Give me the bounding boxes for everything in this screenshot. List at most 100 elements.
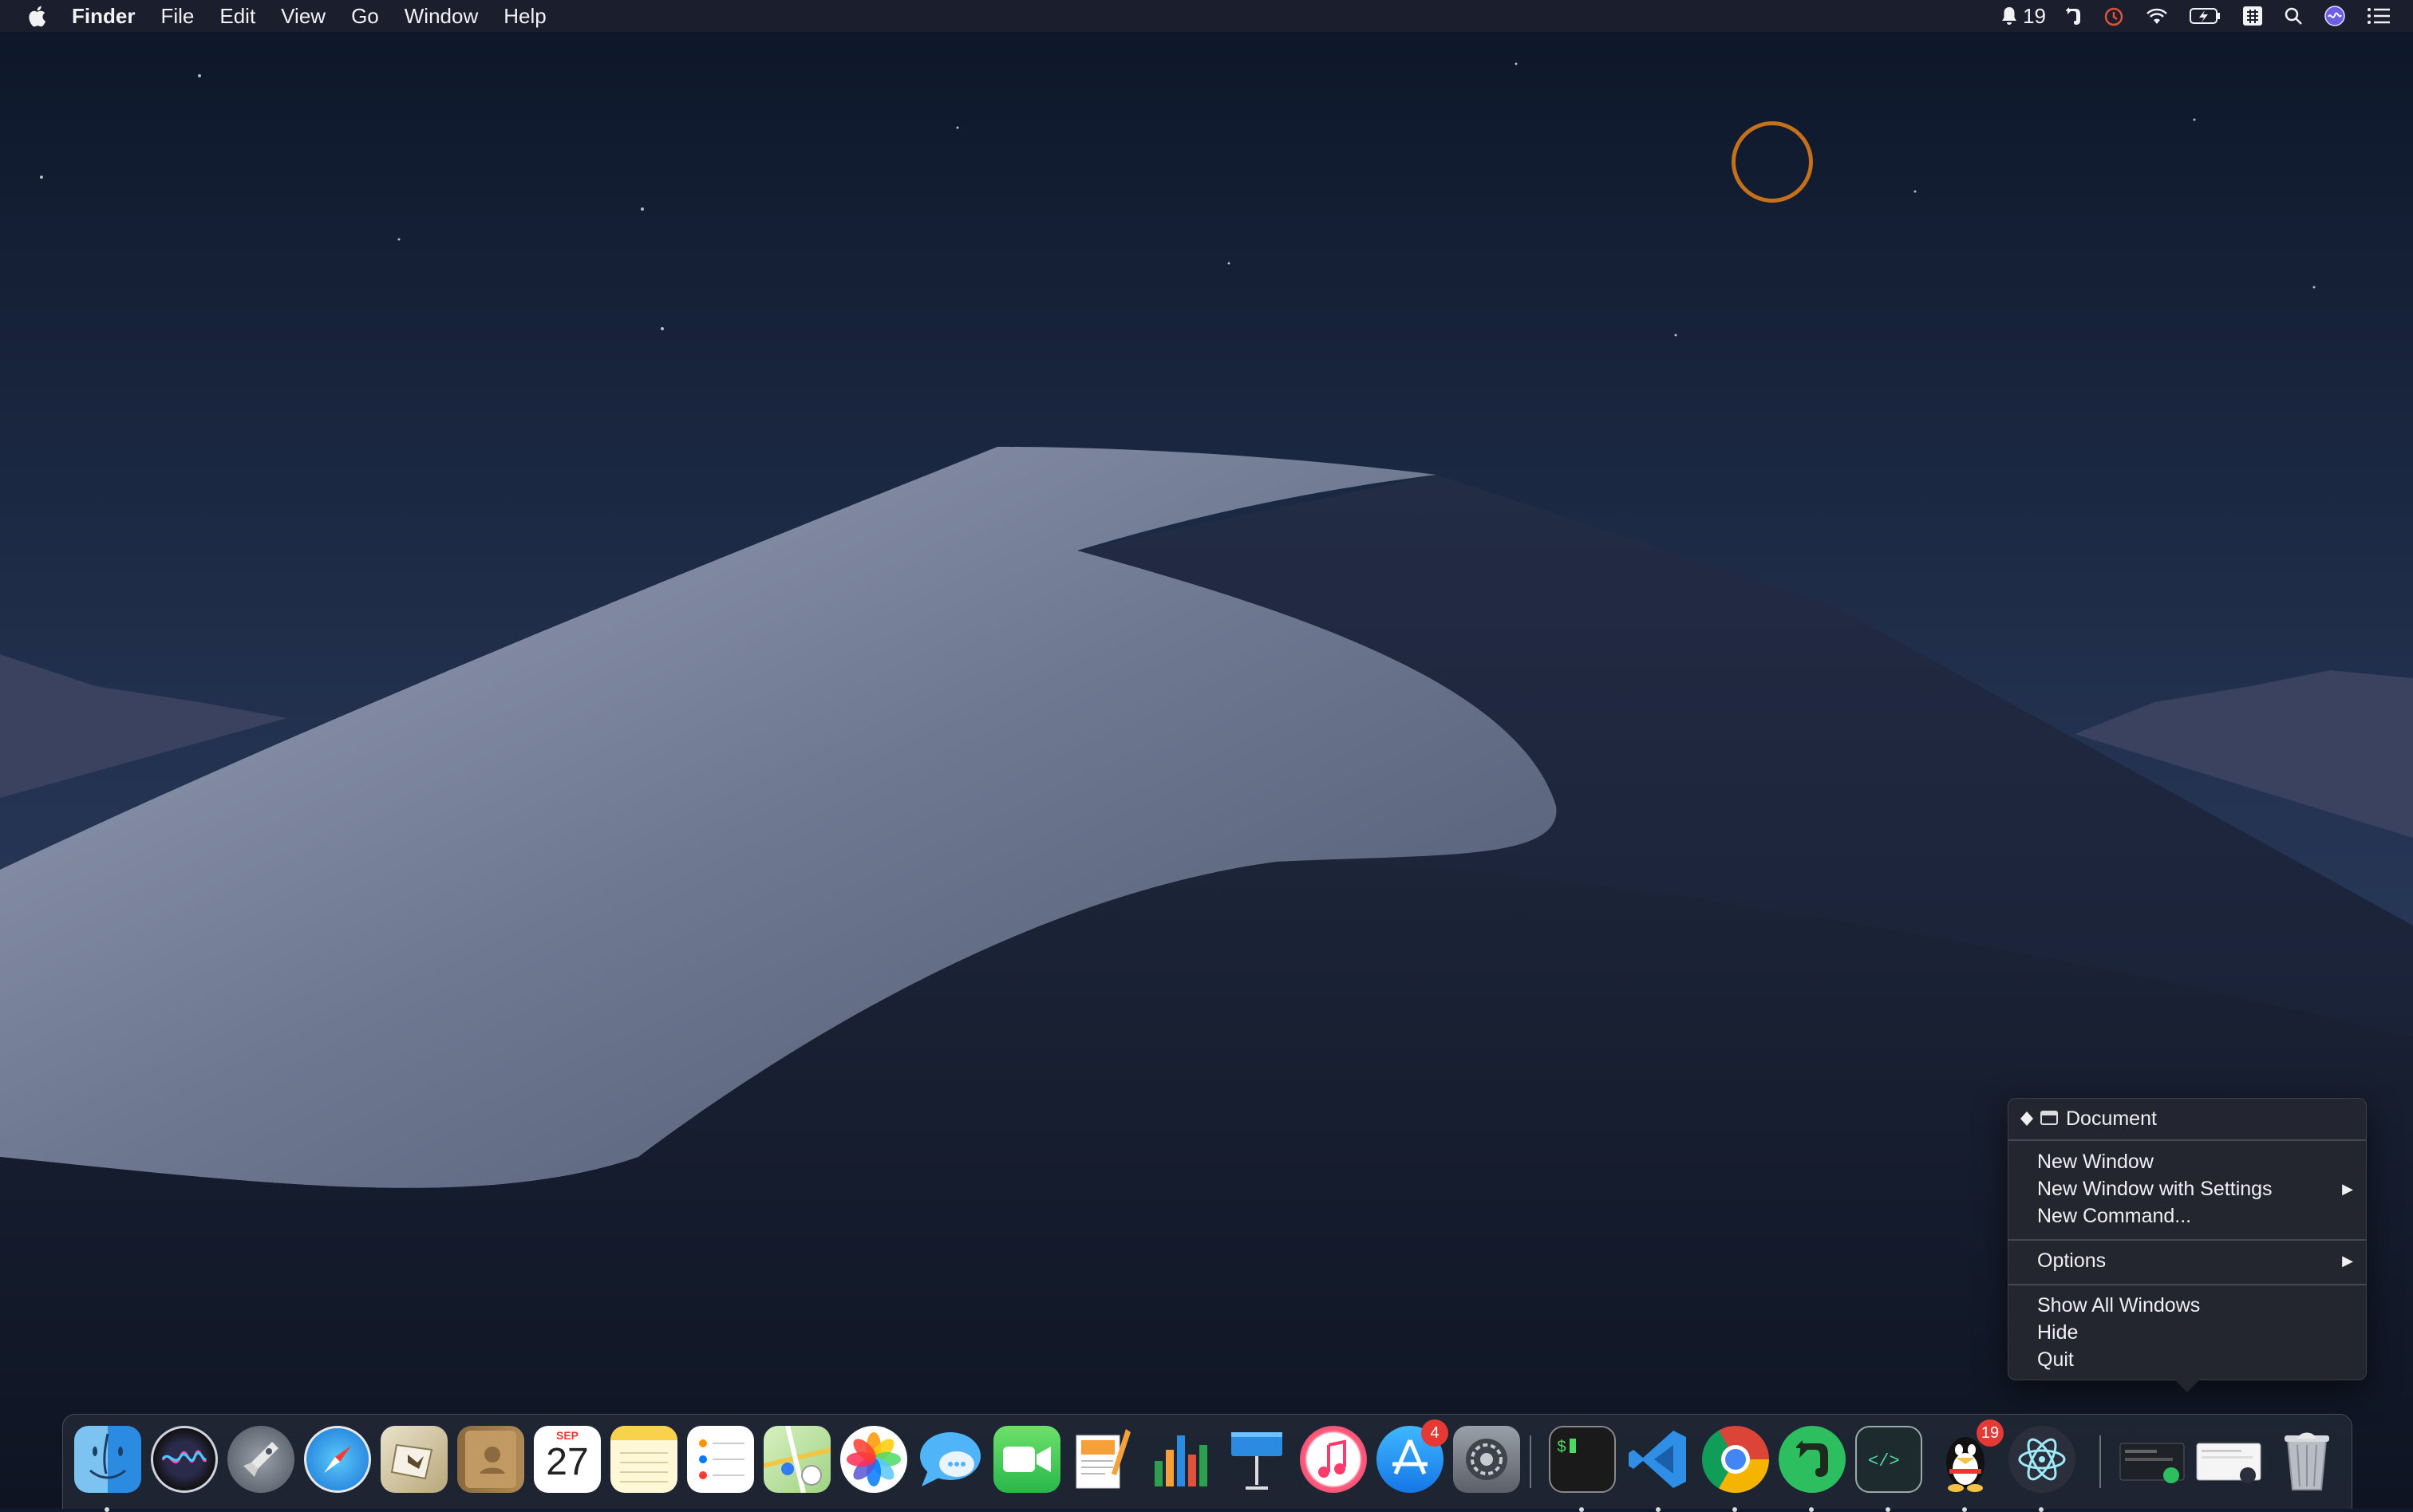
qq-badge: 19 — [1977, 1419, 2004, 1447]
notification-center-icon[interactable] — [2367, 0, 2391, 32]
launchpad-icon — [227, 1426, 294, 1493]
menu-item-new-command[interactable]: New Command... — [2008, 1202, 2366, 1230]
battery-charging-icon[interactable] — [2190, 0, 2221, 32]
menu-item-new-window-with-settings[interactable]: New Window with Settings ▶ — [2008, 1175, 2366, 1202]
notification-count: 19 — [2023, 3, 2046, 28]
click-indicator-ring — [1732, 121, 1813, 203]
menu-edit[interactable]: Edit — [219, 0, 255, 32]
dock-item-trash[interactable] — [2273, 1426, 2340, 1493]
dock-item-contacts[interactable] — [457, 1426, 524, 1493]
dock-item-qq[interactable]: 19 — [1932, 1419, 2004, 1512]
menu-item-quit[interactable]: Quit — [2008, 1346, 2366, 1373]
chrome-icon — [1702, 1426, 1769, 1493]
messages-icon — [917, 1426, 984, 1493]
menu-separator — [2008, 1139, 2366, 1141]
dock-item-electron[interactable] — [2008, 1426, 2075, 1512]
dock-item-code-editor[interactable]: </> — [1855, 1426, 1922, 1512]
menu-item-options[interactable]: Options ▶ — [2008, 1247, 2366, 1274]
dock-item-pages[interactable] — [1070, 1426, 1137, 1493]
mail-icon — [381, 1426, 448, 1493]
input-method-icon[interactable] — [2242, 0, 2263, 32]
dock-item-system-preferences[interactable] — [1453, 1426, 1520, 1493]
svg-text:</>: </> — [1868, 1451, 1900, 1471]
dock: SEP 27 4 $ </> 19 — [62, 1414, 2352, 1512]
photos-icon — [840, 1426, 907, 1493]
menu-item-new-window[interactable]: New Window — [2008, 1148, 2366, 1175]
menu-bar: Finder File Edit View Go Window Help 19 — [0, 0, 2413, 32]
dock-item-minimized-window-2[interactable] — [2195, 1426, 2262, 1493]
menu-item-hide-label: Hide — [2037, 1321, 2079, 1344]
dock-item-calendar[interactable]: SEP 27 — [534, 1426, 601, 1493]
wifi-icon[interactable] — [2145, 0, 2169, 32]
menu-window[interactable]: Window — [405, 0, 478, 32]
menu-item-document[interactable]: Document — [2008, 1105, 2366, 1132]
notification-status-item[interactable]: 19 — [2000, 0, 2046, 32]
notes-icon — [610, 1426, 677, 1493]
menu-file[interactable]: File — [160, 0, 194, 32]
dock-item-reminders[interactable] — [687, 1426, 754, 1493]
menu-item-show-all-windows[interactable]: Show All Windows — [2008, 1292, 2366, 1319]
trash-icon — [2273, 1426, 2340, 1493]
menu-item-new-command-label: New Command... — [2037, 1205, 2192, 1227]
menu-item-options-label: Options — [2037, 1249, 2107, 1272]
electron-atom-icon — [2008, 1426, 2075, 1493]
dock-item-itunes[interactable] — [1300, 1426, 1367, 1493]
menu-view[interactable]: View — [281, 0, 326, 32]
app-store-badge: 4 — [1421, 1419, 1448, 1447]
dock-item-chrome[interactable] — [1702, 1426, 1769, 1512]
dock-item-mail[interactable] — [381, 1426, 448, 1493]
dock-item-photos[interactable] — [840, 1426, 907, 1493]
keynote-icon — [1223, 1426, 1290, 1493]
dock-item-keynote[interactable] — [1223, 1426, 1290, 1493]
menu-separator — [2008, 1284, 2366, 1285]
dock-item-messages[interactable] — [917, 1426, 984, 1493]
terminal-icon: $ — [1549, 1426, 1616, 1493]
dock-item-notes[interactable] — [610, 1426, 677, 1493]
timer-icon[interactable] — [2103, 0, 2124, 32]
calendar-day: 27 — [546, 1441, 589, 1483]
pages-icon — [1070, 1426, 1137, 1493]
minimized-window-icon — [2195, 1426, 2262, 1493]
maps-icon — [764, 1426, 831, 1493]
finder-icon — [74, 1426, 141, 1493]
contacts-icon — [457, 1426, 524, 1493]
dock-item-launchpad[interactable] — [227, 1426, 294, 1493]
dock-context-menu: Document New Window New Window with Sett… — [2008, 1098, 2367, 1392]
dock-item-app-store[interactable]: 4 — [1376, 1419, 1448, 1493]
safari-icon — [304, 1426, 371, 1493]
active-window-diamond-icon — [2020, 1111, 2033, 1126]
apple-menu-icon[interactable] — [27, 5, 46, 27]
evernote-icon — [1779, 1426, 1846, 1493]
app-menu-finder[interactable]: Finder — [72, 0, 135, 32]
dock-divider — [2099, 1435, 2101, 1488]
numbers-icon — [1147, 1426, 1214, 1493]
dock-item-terminal[interactable]: $ — [1549, 1426, 1616, 1512]
dock-item-finder[interactable] — [74, 1426, 141, 1512]
dock-item-vscode[interactable] — [1625, 1426, 1692, 1512]
code-editor-icon: </> — [1855, 1426, 1922, 1493]
itunes-icon — [1300, 1426, 1367, 1493]
dock-item-minimized-window-1[interactable] — [2119, 1426, 2186, 1493]
menu-item-hide[interactable]: Hide — [2008, 1319, 2366, 1346]
spotlight-search-icon[interactable] — [2284, 0, 2303, 32]
menu-item-new-window-label: New Window — [2037, 1151, 2154, 1173]
evernote-helper-icon[interactable] — [2063, 0, 2083, 32]
menu-help[interactable]: Help — [504, 0, 546, 32]
minimized-window-icon — [2119, 1426, 2186, 1493]
notification-bell-icon — [2002, 7, 2017, 25]
svg-text:$: $ — [1557, 1439, 1566, 1457]
dock-item-maps[interactable] — [764, 1426, 831, 1493]
facetime-icon — [993, 1426, 1060, 1493]
dock-item-siri[interactable] — [151, 1426, 218, 1493]
system-preferences-icon — [1453, 1426, 1520, 1493]
menu-go[interactable]: Go — [351, 0, 379, 32]
calendar-icon: SEP 27 — [534, 1426, 601, 1493]
menu-item-show-all-windows-label: Show All Windows — [2037, 1294, 2201, 1317]
dock-item-evernote[interactable] — [1779, 1426, 1846, 1512]
siri-icon[interactable] — [2324, 0, 2346, 32]
vscode-icon — [1625, 1426, 1692, 1493]
dock-item-numbers[interactable] — [1147, 1426, 1214, 1493]
dock-item-facetime[interactable] — [993, 1426, 1060, 1493]
dock-item-safari[interactable] — [304, 1426, 371, 1493]
reminders-icon — [687, 1426, 754, 1493]
